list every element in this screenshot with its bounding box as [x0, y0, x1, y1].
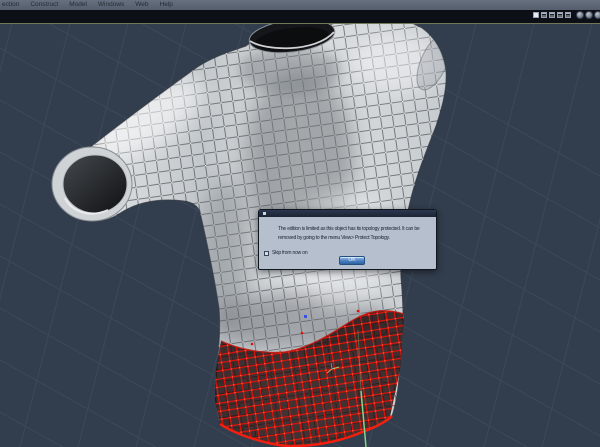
menu-item-model[interactable]: Model	[69, 0, 87, 10]
menu-item-construct[interactable]: Construct	[30, 0, 58, 10]
dialog-window-icon	[263, 212, 266, 215]
icon-bar	[0, 10, 600, 24]
arm-cuff-opening	[51, 146, 133, 222]
skip-checkbox-label: Skip from now on	[272, 250, 308, 256]
nav-sphere-icon-2[interactable]	[585, 11, 593, 19]
ok-button[interactable]: OK	[339, 256, 365, 265]
skip-checkbox-row: Skip from now on	[264, 250, 308, 256]
menu-bar: ection Construct Model Windows Web Help	[0, 0, 600, 10]
menu-item-windows[interactable]: Windows	[98, 0, 124, 10]
menu-item-web[interactable]: Web	[135, 0, 148, 10]
view-layout-single-icon[interactable]	[533, 12, 539, 18]
view-layout-split-icon-4[interactable]	[565, 12, 571, 18]
view-layout-split-icon-1[interactable]	[541, 12, 547, 18]
dialog-message: The edition is limited as this object ha…	[278, 225, 433, 243]
menu-item-selection[interactable]: ection	[2, 0, 19, 10]
view-layout-split-icon-3[interactable]	[557, 12, 563, 18]
topology-warning-dialog: The edition is limited as this object ha…	[258, 209, 437, 270]
dialog-titlebar[interactable]	[259, 210, 436, 217]
nav-sphere-icon-1[interactable]	[576, 11, 584, 19]
dialog-message-line2: removed by going to the menu View> Prote…	[278, 235, 390, 241]
dialog-message-line1: The edition is limited as this object ha…	[278, 226, 420, 232]
skip-checkbox[interactable]	[264, 250, 269, 256]
view-layout-split-icon-2[interactable]	[549, 12, 555, 18]
menu-item-help[interactable]: Help	[160, 0, 173, 10]
nav-sphere-icon-3[interactable]	[594, 11, 600, 19]
selected-vertex-marker	[304, 315, 307, 318]
